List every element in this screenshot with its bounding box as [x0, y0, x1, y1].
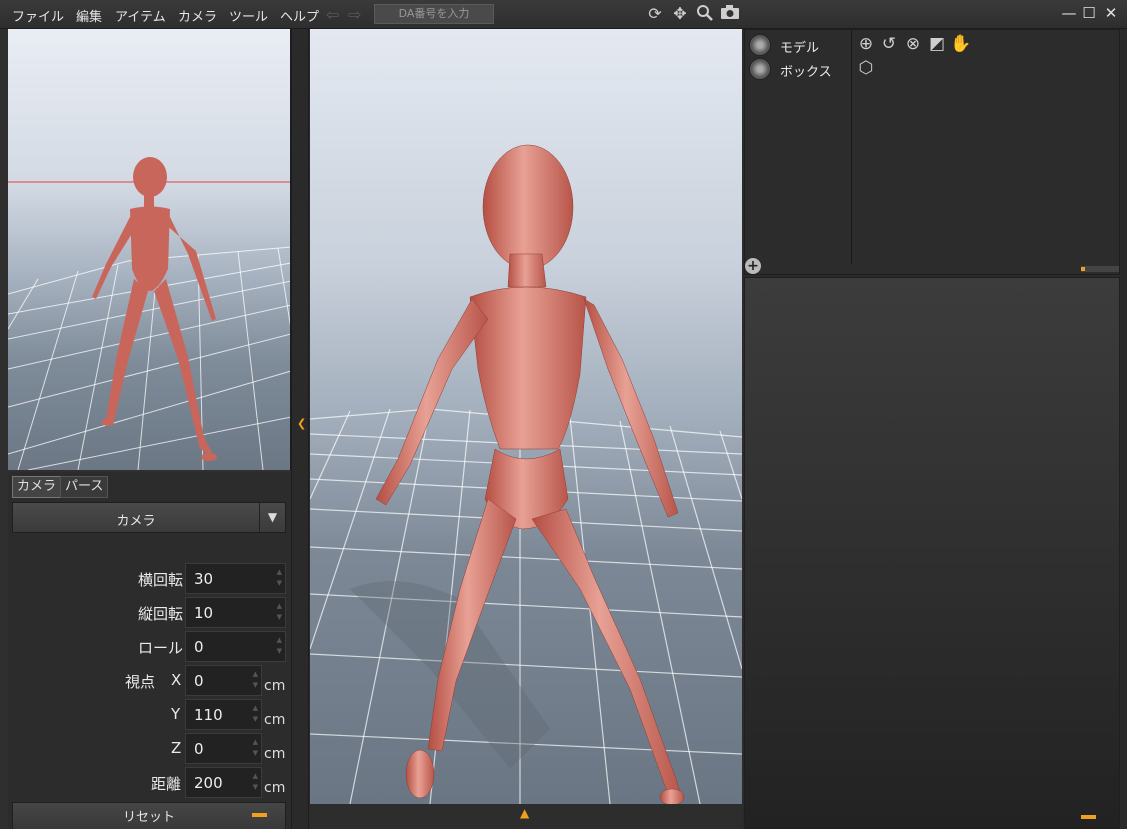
chevron-down-icon[interactable]: ▼ — [259, 503, 285, 532]
visibility-eye-icon[interactable] — [749, 58, 771, 80]
rotate-gizmo-icon[interactable]: ↺ — [878, 33, 900, 55]
view-z-value: 0 — [194, 740, 204, 758]
view-x-axis-label: X — [171, 671, 182, 689]
view-z-spinner-icon[interactable]: ▲ ▼ — [253, 737, 258, 759]
distance-label: 距離 — [151, 775, 182, 793]
view-x-unit: cm — [264, 678, 286, 694]
box-object-icon[interactable]: ⬡ — [855, 57, 877, 79]
pitch-field[interactable]: 10 ▲ ▼ — [185, 597, 286, 628]
camera-dropdown-value: カメラ — [116, 514, 156, 529]
view-y-value: 110 — [194, 706, 223, 724]
bottom-strip: ▲ — [310, 804, 742, 829]
view-point-label: 視点 — [125, 673, 156, 691]
properties-panel-indicator[interactable] — [1081, 815, 1096, 819]
distance-spinner-icon[interactable]: ▲ ▼ — [253, 771, 258, 793]
object-divider — [851, 30, 852, 264]
view-y-unit: cm — [264, 712, 286, 728]
chevron-up-icon[interactable]: ▲ — [520, 806, 529, 820]
properties-panel — [744, 277, 1120, 829]
distance-field[interactable]: 200 ▲ ▼ — [185, 767, 262, 798]
menu-file[interactable]: ファイル — [12, 6, 64, 25]
main-scene — [310, 144, 742, 804]
overview-viewport[interactable] — [8, 29, 291, 470]
menu-edit[interactable]: 編集 — [76, 6, 102, 25]
menu-item[interactable]: アイテム — [115, 6, 166, 25]
view-x-value: 0 — [194, 672, 204, 690]
view-z-axis-label: Z — [171, 739, 182, 757]
camera-panel: カメラ パース カメラ ▼ 横回転 30 ▲ ▼ 縦回転 10 ▲ ▼ ロール 0 … — [8, 472, 291, 829]
object-label-box: ボックス — [780, 65, 832, 80]
view-x-field[interactable]: 0 ▲ ▼ — [185, 665, 262, 696]
view-x-spinner-icon[interactable]: ▲ ▼ — [253, 669, 258, 691]
hand-gizmo-icon[interactable]: ✋ — [950, 33, 972, 55]
menu-bar: ファイル 編集 アイテム カメラ ツール ヘルプ ⇦ ⇨ DA番号を入力 ⟳ ✥… — [0, 0, 1127, 29]
move-gizmo-icon[interactable]: ⊕ — [855, 33, 877, 55]
left-pane: カメラ パース カメラ ▼ 横回転 30 ▲ ▼ 縦回転 10 ▲ ▼ ロール 0 … — [0, 29, 296, 829]
object-panel-indicator[interactable] — [1081, 267, 1085, 271]
object-panel: モデル ボックス ⊕ ↺ ⊗ ◩ ✋ ⬡ + — [744, 29, 1120, 275]
move-icon[interactable]: ✥ — [670, 4, 690, 24]
collapse-left-icon[interactable]: ❮ — [297, 417, 306, 430]
view-y-field[interactable]: 110 ▲ ▼ — [185, 699, 262, 730]
camera-icon[interactable] — [720, 4, 740, 24]
yaw-field[interactable]: 30 ▲ ▼ — [185, 563, 286, 594]
object-label-model: モデル — [780, 41, 820, 56]
roll-value: 0 — [194, 638, 204, 656]
tab-perspective[interactable]: パース — [60, 476, 109, 498]
zoom-icon[interactable] — [695, 4, 715, 24]
forward-arrow-icon[interactable]: ⇨ — [348, 5, 361, 24]
left-panel-indicator[interactable] — [252, 813, 267, 817]
camera-dropdown[interactable]: カメラ ▼ — [12, 502, 286, 533]
main-viewport[interactable] — [310, 29, 742, 804]
panel-splitter[interactable]: ❮ — [291, 29, 309, 829]
right-edge — [1120, 29, 1127, 829]
add-object-button[interactable]: + — [745, 258, 761, 274]
tab-camera[interactable]: カメラ — [12, 476, 62, 498]
distance-unit: cm — [264, 780, 286, 796]
distance-value: 200 — [194, 774, 223, 792]
visibility-eye-icon[interactable] — [749, 34, 771, 56]
object-panel-scroll-track[interactable] — [1081, 266, 1119, 272]
back-arrow-icon[interactable]: ⇦ — [326, 5, 339, 24]
da-number-input[interactable]: DA番号を入力 — [374, 4, 494, 24]
view-y-spinner-icon[interactable]: ▲ ▼ — [253, 703, 258, 725]
pitch-label: 縦回転 — [137, 605, 183, 623]
scale-gizmo-icon[interactable]: ⊗ — [902, 33, 924, 55]
pitch-value: 10 — [194, 604, 214, 622]
view-y-axis-label: Y — [171, 705, 181, 723]
minimize-button[interactable]: — — [1058, 3, 1080, 23]
close-button[interactable]: ✕ — [1100, 3, 1122, 23]
view-z-unit: cm — [264, 746, 286, 762]
select-gizmo-icon[interactable]: ◩ — [926, 33, 948, 55]
menu-camera[interactable]: カメラ — [178, 6, 217, 25]
reset-button[interactable]: リセット — [12, 802, 286, 829]
yaw-spinner-icon[interactable]: ▲ ▼ — [277, 567, 282, 589]
roll-field[interactable]: 0 ▲ ▼ — [185, 631, 286, 662]
yaw-value: 30 — [194, 570, 214, 588]
yaw-label: 横回転 — [137, 571, 183, 589]
overview-scene — [8, 157, 290, 470]
maximize-button[interactable]: ☐ — [1078, 3, 1100, 23]
roll-spinner-icon[interactable]: ▲ ▼ — [277, 635, 282, 657]
rotate-icon[interactable]: ⟳ — [645, 4, 665, 24]
menu-tool[interactable]: ツール — [229, 6, 268, 25]
menu-help[interactable]: ヘルプ — [280, 6, 319, 25]
pitch-spinner-icon[interactable]: ▲ ▼ — [277, 601, 282, 623]
view-z-field[interactable]: 0 ▲ ▼ — [185, 733, 262, 764]
roll-label: ロール — [137, 639, 183, 657]
